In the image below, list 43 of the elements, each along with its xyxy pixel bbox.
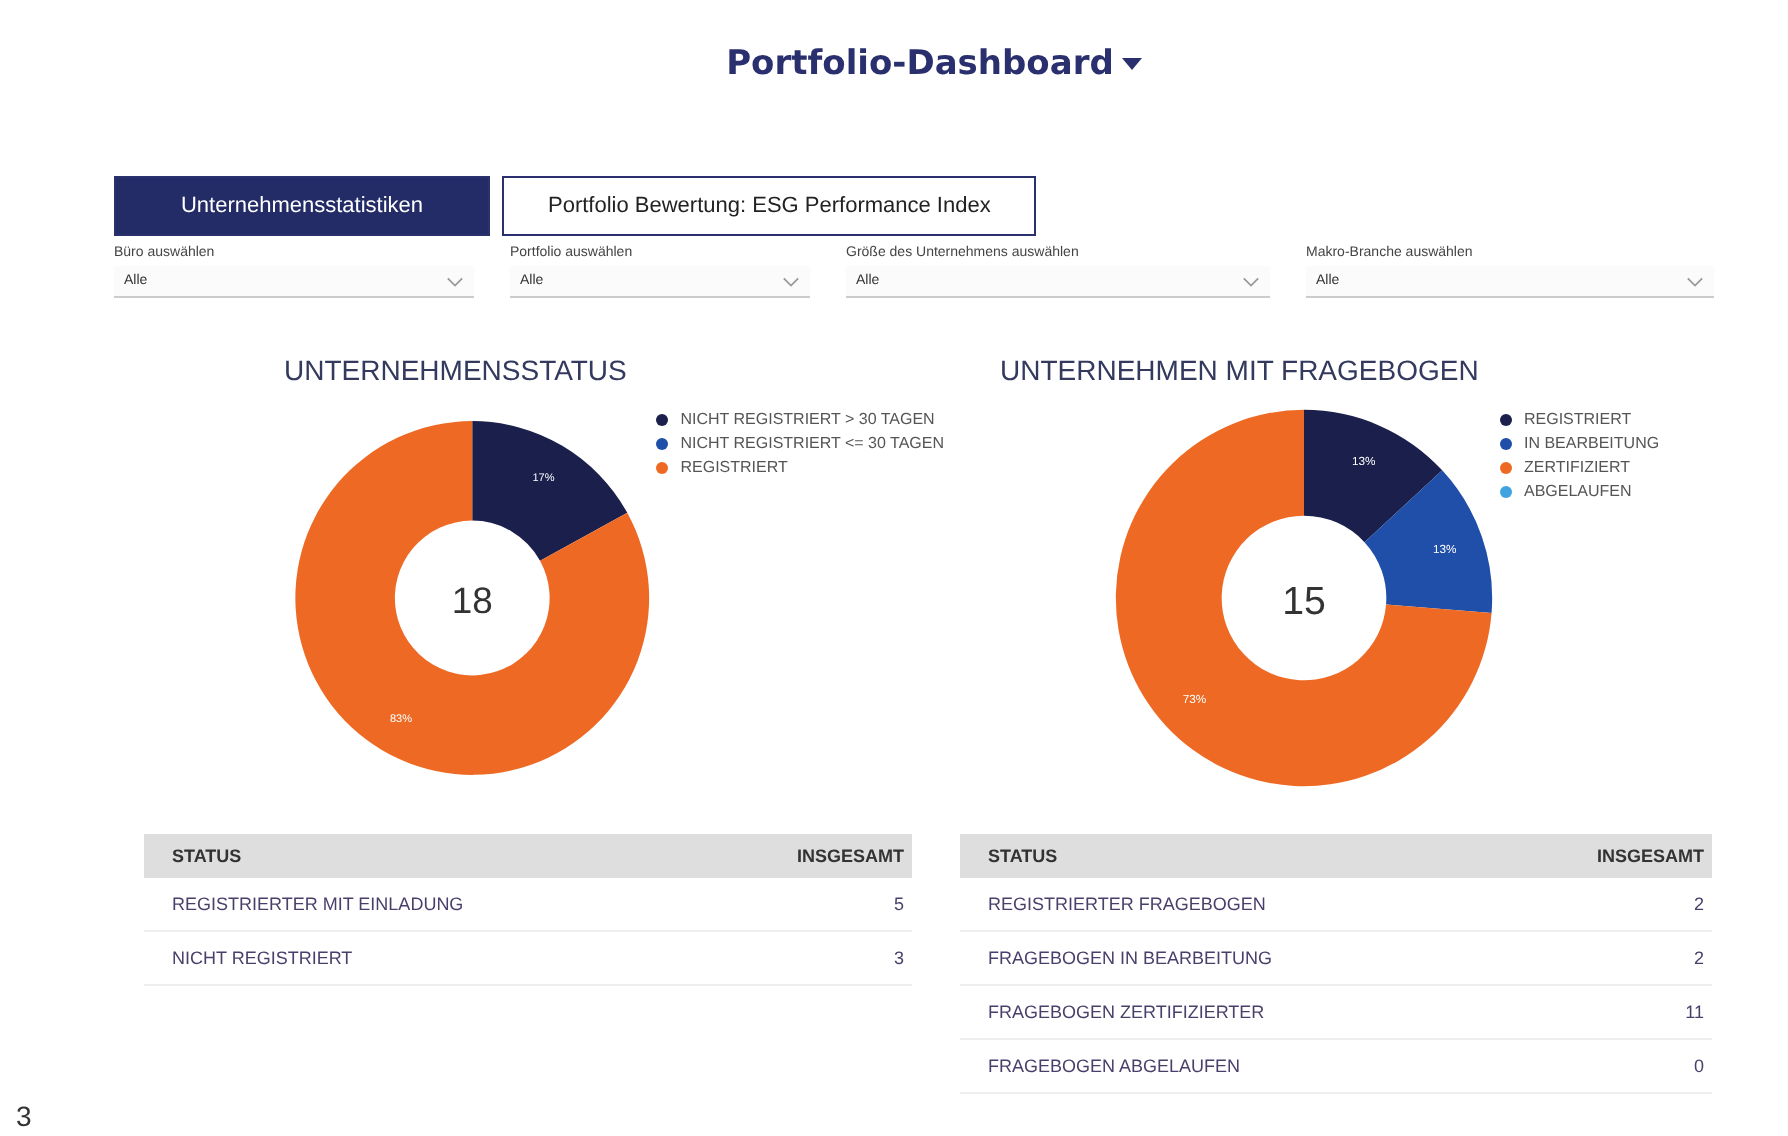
tab[interactable]: Portfolio Bewertung: ESG Performance Index <box>502 176 1037 236</box>
legend-label: REGISTRIERT <box>1524 410 1632 428</box>
legend-label: REGISTRIERT <box>680 458 788 476</box>
chevron-icon <box>446 275 464 287</box>
table-cell: FRAGEBOGEN IN BEARBEITUNG <box>960 931 1480 985</box>
table-cell: FRAGEBOGEN ZERTIFIZIERTER <box>960 985 1480 1039</box>
column-header: INSGESAMT <box>678 834 912 878</box>
column-header: STATUS <box>960 834 1480 878</box>
page-number: 3 <box>16 1100 32 1132</box>
legend-dot <box>656 413 669 425</box>
total-count: 15 <box>1282 579 1326 624</box>
dashboard-title[interactable]: Portfolio-Dashboard <box>726 36 1142 92</box>
caret-icon <box>1121 58 1142 70</box>
legend-dot <box>656 461 669 473</box>
legend-label: IN BEARBEITUNG <box>1524 434 1660 452</box>
legend-label: ABGELAUFEN <box>1524 482 1632 500</box>
table-cell: 5 <box>678 878 912 931</box>
chevron-icon <box>1686 275 1704 287</box>
chart-title: UNTERNEHMENSSTATUS <box>284 354 629 386</box>
column-header: STATUS <box>144 834 679 878</box>
legend-dot <box>1500 461 1512 473</box>
legend-dot <box>1500 437 1512 449</box>
table-cell: NICHT REGISTRIERT <box>144 931 679 985</box>
legend-dot <box>1500 413 1512 425</box>
table-cell: 11 <box>1479 985 1712 1039</box>
table-cell: 0 <box>1479 1039 1712 1093</box>
legend-label: NICHT REGISTRIERT <= 30 TAGEN <box>680 434 944 452</box>
table-cell: 2 <box>1479 931 1712 985</box>
legend-label: NICHT REGISTRIERT > 30 TAGEN <box>680 410 935 428</box>
legend-label: ZERTIFIZIERT <box>1524 458 1631 476</box>
table-cell: REGISTRIERTER MIT EINLADUNG <box>144 878 679 931</box>
column-header: INSGESAMT <box>1479 834 1712 878</box>
table-cell: FRAGEBOGEN ABGELAUFEN <box>960 1039 1480 1093</box>
tab[interactable]: Unternehmensstatistiken <box>114 176 490 236</box>
table-cell: REGISTRIERTER FRAGEBOGEN <box>960 878 1480 931</box>
chevron-icon <box>782 275 800 287</box>
table-cell: 2 <box>1479 878 1712 931</box>
table-cell: 3 <box>678 931 912 985</box>
legend-dot <box>656 437 669 449</box>
legend-dot <box>1500 485 1512 497</box>
chart-title: UNTERNEHMEN MIT FRAGEBOGEN <box>1000 354 1481 386</box>
total-count: 18 <box>451 578 493 621</box>
chevron-icon <box>1242 275 1260 287</box>
